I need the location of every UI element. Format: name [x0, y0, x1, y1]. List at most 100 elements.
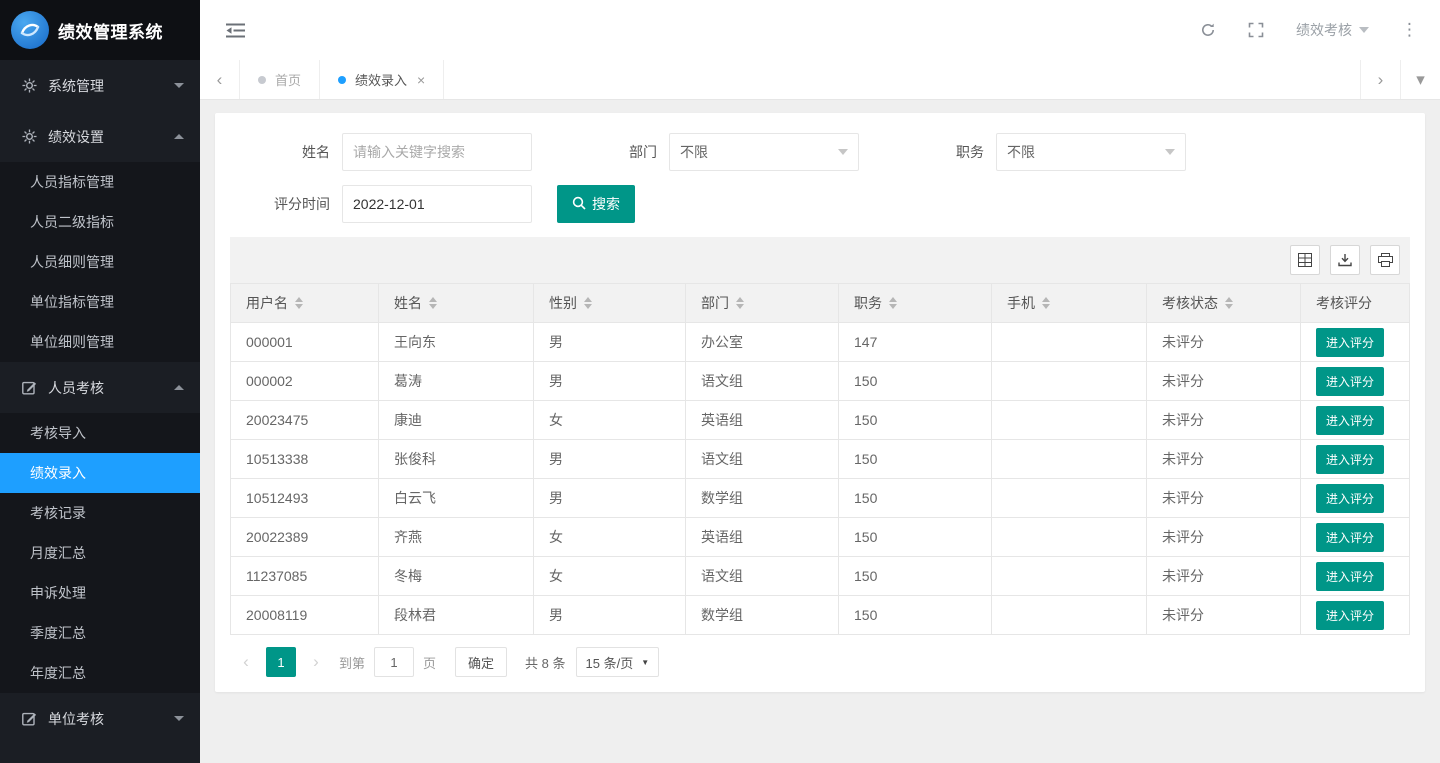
job-select[interactable]: 不限 — [996, 133, 1186, 171]
job-select-value: 不限 — [1007, 142, 1035, 162]
sidebar-item-unit-indicator-mgmt[interactable]: 单位指标管理 — [0, 282, 200, 322]
filter-job: 职务 不限 — [934, 133, 1186, 171]
sidebar-menu: 系统管理 绩效设置 人员指标管理 人员二级指标 人员细则管理 单位指标管理 单位… — [0, 60, 200, 763]
sidebar-item-assessment-import[interactable]: 考核导入 — [0, 413, 200, 453]
gear-icon — [21, 78, 38, 93]
sidebar-item-quarterly-summary[interactable]: 季度汇总 — [0, 613, 200, 653]
sort-icon[interactable] — [889, 297, 897, 309]
sidebar-item-performance-settings[interactable]: 绩效设置 — [0, 111, 200, 162]
sidebar-item-person-assessment[interactable]: 人员考核 — [0, 362, 200, 413]
user-dropdown[interactable]: 绩效考核 — [1296, 20, 1369, 40]
search-button[interactable]: 搜索 — [557, 185, 635, 223]
sort-icon[interactable] — [295, 297, 303, 309]
app-root: 绩效管理系统 系统管理 绩效设置 人员指标管理 人员二级指标 人员细则管 — [0, 0, 1440, 763]
table-row: 000002葛涛男语文组150未评分 进入评分 — [231, 362, 1410, 401]
page-next-icon[interactable]: › — [302, 647, 330, 677]
total-count: 共 8 条 — [525, 653, 565, 672]
sort-icon[interactable] — [736, 297, 744, 309]
sidebar-item-monthly-summary[interactable]: 月度汇总 — [0, 533, 200, 573]
app-logo-area: 绩效管理系统 — [0, 0, 200, 60]
filter-score-time: 评分时间 — [230, 185, 532, 223]
dept-select[interactable]: 不限 — [669, 133, 859, 171]
table-row: 20022389齐燕女英语组150未评分 进入评分 — [231, 518, 1410, 557]
chevron-down-icon — [174, 716, 184, 721]
sidebar-item-system-management[interactable]: 系统管理 — [0, 60, 200, 111]
sidebar-item-performance-entry[interactable]: 绩效录入 — [0, 453, 200, 493]
edit-icon — [21, 380, 38, 395]
sidebar-item-unit-assessment[interactable]: 单位考核 — [0, 693, 200, 744]
job-label: 职务 — [934, 142, 996, 162]
enter-score-button[interactable]: 进入评分 — [1316, 484, 1384, 513]
more-menu-icon[interactable]: ⋮ — [1401, 20, 1418, 40]
print-icon[interactable] — [1370, 245, 1400, 275]
chevron-up-icon — [174, 134, 184, 139]
sidebar-item-person-indicator-mgmt[interactable]: 人员指标管理 — [0, 162, 200, 202]
col-header-status[interactable]: 考核状态 — [1147, 284, 1301, 323]
col-header-job[interactable]: 职务 — [839, 284, 992, 323]
tabbar: ‹ 首页 绩效录入 × › ▾ — [200, 60, 1440, 100]
dept-label: 部门 — [607, 142, 669, 162]
col-header-username[interactable]: 用户名 — [231, 284, 379, 323]
sidebar-item-appeal-handling[interactable]: 申诉处理 — [0, 573, 200, 613]
filter-row-2: 评分时间 搜索 — [230, 185, 1410, 223]
search-icon — [572, 196, 586, 213]
chevron-down-icon — [174, 83, 184, 88]
refresh-icon[interactable] — [1200, 22, 1216, 38]
enter-score-button[interactable]: 进入评分 — [1316, 523, 1384, 552]
col-header-gender[interactable]: 性别 — [534, 284, 686, 323]
goto-confirm-button[interactable]: 确定 — [455, 647, 507, 677]
enter-score-button[interactable]: 进入评分 — [1316, 562, 1384, 591]
goto-page-input[interactable] — [374, 647, 414, 677]
close-icon[interactable]: × — [417, 72, 425, 88]
app-title: 绩效管理系统 — [58, 18, 163, 43]
sidebar-item-label: 单位考核 — [48, 709, 104, 729]
col-header-name[interactable]: 姓名 — [379, 284, 534, 323]
col-header-phone[interactable]: 手机 — [992, 284, 1147, 323]
sidebar-item-unit-rules-mgmt[interactable]: 单位细则管理 — [0, 322, 200, 362]
enter-score-button[interactable]: 进入评分 — [1316, 601, 1384, 630]
score-time-input[interactable] — [342, 185, 532, 223]
sidebar: 绩效管理系统 系统管理 绩效设置 人员指标管理 人员二级指标 人员细则管 — [0, 0, 200, 763]
tab-label: 首页 — [275, 70, 301, 89]
gears-icon — [21, 129, 38, 144]
sidebar-item-assessment-records[interactable]: 考核记录 — [0, 493, 200, 533]
sort-icon[interactable] — [1042, 297, 1050, 309]
page-number-current[interactable]: 1 — [266, 647, 296, 677]
name-search-input[interactable] — [342, 133, 532, 171]
performance-entry-card: 姓名 部门 不限 职务 — [215, 113, 1425, 692]
fullscreen-icon[interactable] — [1248, 22, 1264, 38]
enter-score-button[interactable]: 进入评分 — [1316, 445, 1384, 474]
enter-score-button[interactable]: 进入评分 — [1316, 367, 1384, 396]
tabs-menu-icon[interactable]: ▾ — [1400, 60, 1440, 99]
enter-score-button[interactable]: 进入评分 — [1316, 406, 1384, 435]
dept-select-value: 不限 — [680, 142, 708, 162]
tab-home[interactable]: 首页 — [240, 60, 320, 99]
page-prev-icon[interactable]: ‹ — [232, 647, 260, 677]
sidebar-item-yearly-summary[interactable]: 年度汇总 — [0, 653, 200, 693]
export-icon[interactable] — [1330, 245, 1360, 275]
col-header-dept[interactable]: 部门 — [686, 284, 839, 323]
sidebar-item-label: 人员考核 — [48, 378, 104, 398]
sort-icon[interactable] — [584, 297, 592, 309]
tab-performance-entry[interactable]: 绩效录入 × — [320, 60, 444, 99]
chevron-down-icon: ▼ — [641, 658, 649, 667]
sidebar-item-person-secondary-indicator[interactable]: 人员二级指标 — [0, 202, 200, 242]
sidebar-item-person-rules-mgmt[interactable]: 人员细则管理 — [0, 242, 200, 282]
sort-icon[interactable] — [429, 297, 437, 309]
table-row: 10512493白云飞男数学组150未评分 进入评分 — [231, 479, 1410, 518]
sidebar-group-performance-settings: 人员指标管理 人员二级指标 人员细则管理 单位指标管理 单位细则管理 — [0, 162, 200, 362]
tabs-scroll-right-icon[interactable]: › — [1360, 60, 1400, 99]
sidebar-collapse-icon[interactable] — [226, 23, 245, 38]
page-size-select[interactable]: 15 条/页 ▼ — [576, 647, 660, 677]
enter-score-button[interactable]: 进入评分 — [1316, 328, 1384, 357]
tab-label: 绩效录入 — [355, 70, 407, 89]
sort-icon[interactable] — [1225, 297, 1233, 309]
table-row: 20023475康迪女英语组150未评分 进入评分 — [231, 401, 1410, 440]
tab-dot-icon — [258, 76, 266, 84]
filter-form: 姓名 部门 不限 职务 — [230, 133, 1410, 223]
filter-columns-icon[interactable] — [1290, 245, 1320, 275]
tabs-scroll-left-icon[interactable]: ‹ — [200, 60, 240, 99]
table-row: 000001王向东男办公室147未评分 进入评分 — [231, 323, 1410, 362]
filter-dept: 部门 不限 — [607, 133, 859, 171]
user-dropdown-label: 绩效考核 — [1296, 20, 1352, 40]
